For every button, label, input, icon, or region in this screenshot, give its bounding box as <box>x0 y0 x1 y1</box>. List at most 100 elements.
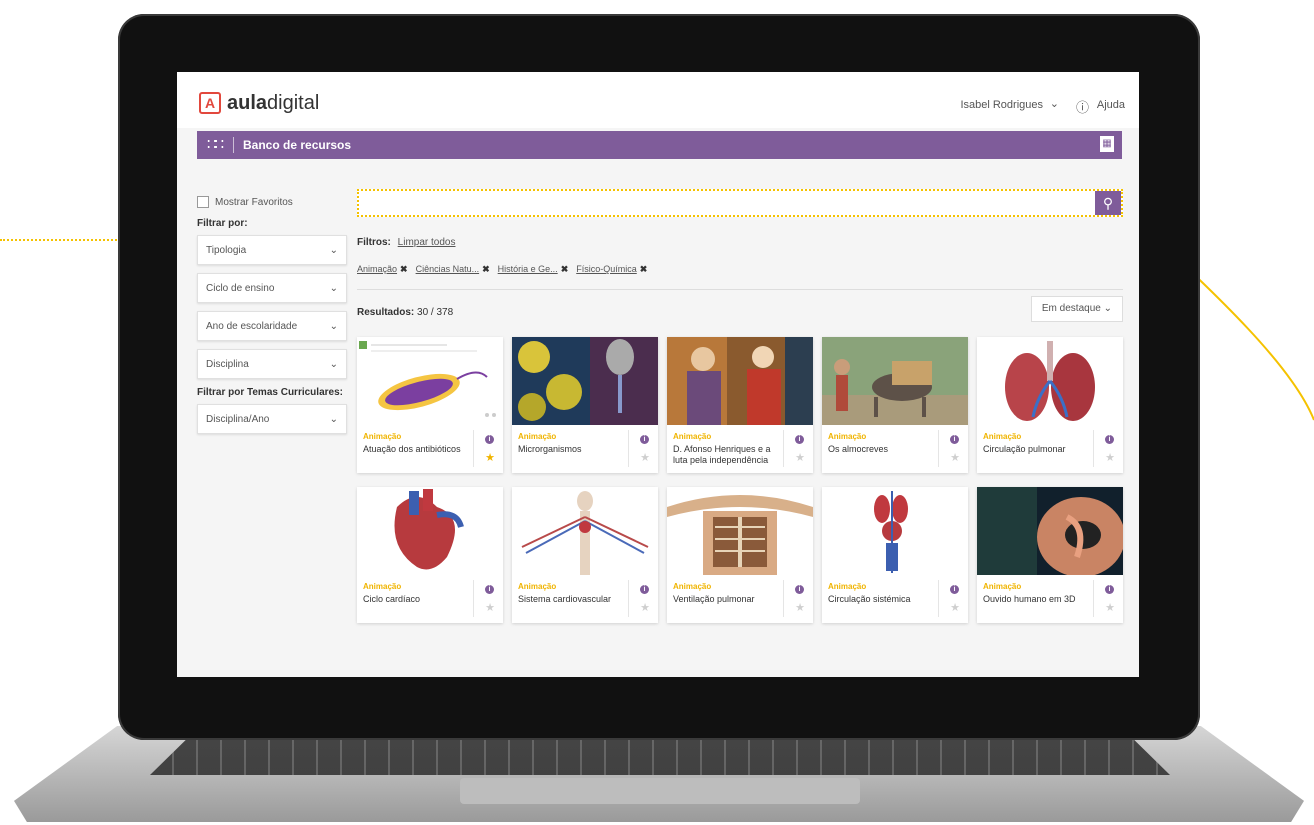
card-thumbnail <box>977 337 1123 425</box>
filter-select-disciplina[interactable]: Disciplina ⌄ <box>197 349 347 379</box>
logo-icon: A <box>199 92 221 114</box>
card-type: Animação <box>673 582 712 591</box>
card-title[interactable]: D. Afonso Henriques e a luta pela indepe… <box>673 444 781 466</box>
info-icon[interactable]: i <box>795 435 804 444</box>
resource-card[interactable]: Animação Circulação pulmonar i ★ <box>977 337 1123 473</box>
card-divider <box>628 580 629 617</box>
help-icon[interactable]: ⓘ <box>1076 97 1089 116</box>
filter-select-ano[interactable]: Ano de escolaridade ⌄ <box>197 311 347 341</box>
info-icon[interactable]: i <box>1105 435 1114 444</box>
card-title[interactable]: Ouvido humano em 3D <box>983 594 1091 605</box>
resource-card[interactable]: Animação Os almocreves i ★ <box>822 337 968 473</box>
card-thumbnail <box>512 487 658 575</box>
filter-select-tipologia[interactable]: Tipologia ⌄ <box>197 235 347 265</box>
top-bar: A auladigital Isabel Rodrigues ⌄ ⓘ Ajuda <box>177 72 1139 128</box>
card-title[interactable]: Atuação dos antibióticos <box>363 444 471 455</box>
card-title[interactable]: Ventilação pulmonar <box>673 594 781 605</box>
star-icon[interactable]: ★ <box>950 451 960 464</box>
info-icon[interactable]: i <box>485 585 494 594</box>
close-icon[interactable]: ✖ <box>400 264 408 274</box>
apps-grid-icon[interactable]: ∷∷ <box>207 137 224 153</box>
logo-light-text: digital <box>267 92 320 114</box>
results-count: 30 / 378 <box>417 307 454 318</box>
app-logo[interactable]: auladigital <box>227 92 319 115</box>
card-title[interactable]: Os almocreves <box>828 444 936 455</box>
curricular-filter-label: Filtrar por Temas Curriculares: <box>197 387 343 398</box>
card-divider <box>473 580 474 617</box>
results-label: Resultados: 30 / 378 <box>357 307 453 318</box>
close-icon[interactable]: ✖ <box>482 264 490 274</box>
info-icon[interactable]: i <box>795 585 804 594</box>
select-label: Ano de escolaridade <box>206 320 298 332</box>
resource-card[interactable]: Animação Atuação dos antibióticos i ★ <box>357 337 503 473</box>
sort-label: Em destaque <box>1041 303 1101 314</box>
app-screen: A auladigital Isabel Rodrigues ⌄ ⓘ Ajuda… <box>177 72 1139 677</box>
card-title[interactable]: Circulação sistémica <box>828 594 936 605</box>
info-icon[interactable]: i <box>485 435 494 444</box>
card-thumbnail <box>822 337 968 425</box>
star-icon[interactable]: ★ <box>485 601 495 614</box>
filters-label: Filtros: <box>357 237 391 248</box>
user-name[interactable]: Isabel Rodrigues <box>960 99 1043 111</box>
card-thumbnail <box>512 337 658 425</box>
resource-card[interactable]: Animação Sistema cardiovascular i ★ <box>512 487 658 623</box>
curricular-select[interactable]: Disciplina/Ano ⌄ <box>197 404 347 434</box>
info-icon[interactable]: i <box>640 435 649 444</box>
card-title[interactable]: Microrganismos <box>518 444 626 455</box>
star-icon[interactable]: ★ <box>1105 451 1115 464</box>
chevron-down-icon: ⌄ <box>329 244 338 256</box>
chip-label: Animação <box>357 264 398 274</box>
filter-chip[interactable]: Físico-Química ✖ <box>576 264 647 275</box>
sort-select[interactable]: Em destaque ⌄ <box>1030 296 1123 322</box>
search-icon[interactable]: ⚲ <box>1095 191 1121 215</box>
filter-chip[interactable]: Animação ✖ <box>357 264 408 275</box>
card-title[interactable]: Ciclo cardíaco <box>363 594 471 605</box>
card-title[interactable]: Circulação pulmonar <box>983 444 1091 455</box>
resource-card[interactable]: Animação Ouvido humano em 3D i ★ <box>977 487 1123 623</box>
card-type: Animação <box>518 432 557 441</box>
card-type: Animação <box>363 582 402 591</box>
star-icon[interactable]: ★ <box>640 601 650 614</box>
resource-card[interactable]: Animação Ventilação pulmonar i ★ <box>667 487 813 623</box>
search-input[interactable] <box>363 194 1091 214</box>
star-icon[interactable]: ★ <box>640 451 650 464</box>
card-title[interactable]: Sistema cardiovascular <box>518 594 626 605</box>
favorites-checkbox[interactable] <box>197 196 209 208</box>
logo-bold-text: aula <box>227 92 268 114</box>
sidebar: Mostrar Favoritos Filtrar por: Tipologia… <box>197 196 347 442</box>
filter-chip[interactable]: Ciências Natu... ✖ <box>416 264 490 275</box>
star-icon[interactable]: ★ <box>795 451 805 464</box>
clear-all-link[interactable]: Limpar todos <box>398 237 456 248</box>
star-icon[interactable]: ★ <box>485 451 495 464</box>
main-content: ⚲ Filtros: Limpar todos Animação ✖ Ciênci… <box>357 189 1123 623</box>
resource-card[interactable]: Animação Circulação sistémica i ★ <box>822 487 968 623</box>
info-icon[interactable]: i <box>1105 585 1114 594</box>
chip-label: História e Ge... <box>497 264 558 274</box>
star-icon[interactable]: ★ <box>1105 601 1115 614</box>
qr-code-icon[interactable]: ▦ <box>1100 136 1114 152</box>
info-icon[interactable]: i <box>950 585 959 594</box>
close-icon[interactable]: ✖ <box>640 264 648 274</box>
chevron-down-icon[interactable]: ⌄ <box>1050 97 1059 110</box>
filter-by-label: Filtrar por: <box>197 218 248 229</box>
nav-bar: ∷∷ Banco de recursos ▦ <box>197 131 1122 159</box>
select-label: Disciplina <box>206 358 249 370</box>
star-icon[interactable]: ★ <box>795 601 805 614</box>
chevron-down-icon: ⌄ <box>329 320 338 332</box>
star-icon[interactable]: ★ <box>950 601 960 614</box>
resource-card[interactable]: Animação Microrganismos i ★ <box>512 337 658 473</box>
show-favorites-toggle[interactable]: Mostrar Favoritos <box>197 196 347 208</box>
card-divider <box>938 430 939 467</box>
resource-card[interactable]: Animação Ciclo cardíaco i ★ <box>357 487 503 623</box>
help-link[interactable]: Ajuda <box>1097 99 1125 111</box>
filter-select-ciclo[interactable]: Ciclo de ensino ⌄ <box>197 273 347 303</box>
card-type: Animação <box>828 582 867 591</box>
laptop-keyboard <box>150 735 1170 775</box>
resource-card[interactable]: Animação D. Afonso Henriques e a luta pe… <box>667 337 813 473</box>
results-label-text: Resultados: <box>357 307 415 318</box>
filter-chip[interactable]: História e Ge... ✖ <box>498 264 569 275</box>
info-icon[interactable]: i <box>640 585 649 594</box>
info-icon[interactable]: i <box>950 435 959 444</box>
chevron-down-icon: ⌄ <box>1103 303 1112 314</box>
close-icon[interactable]: ✖ <box>561 264 569 274</box>
